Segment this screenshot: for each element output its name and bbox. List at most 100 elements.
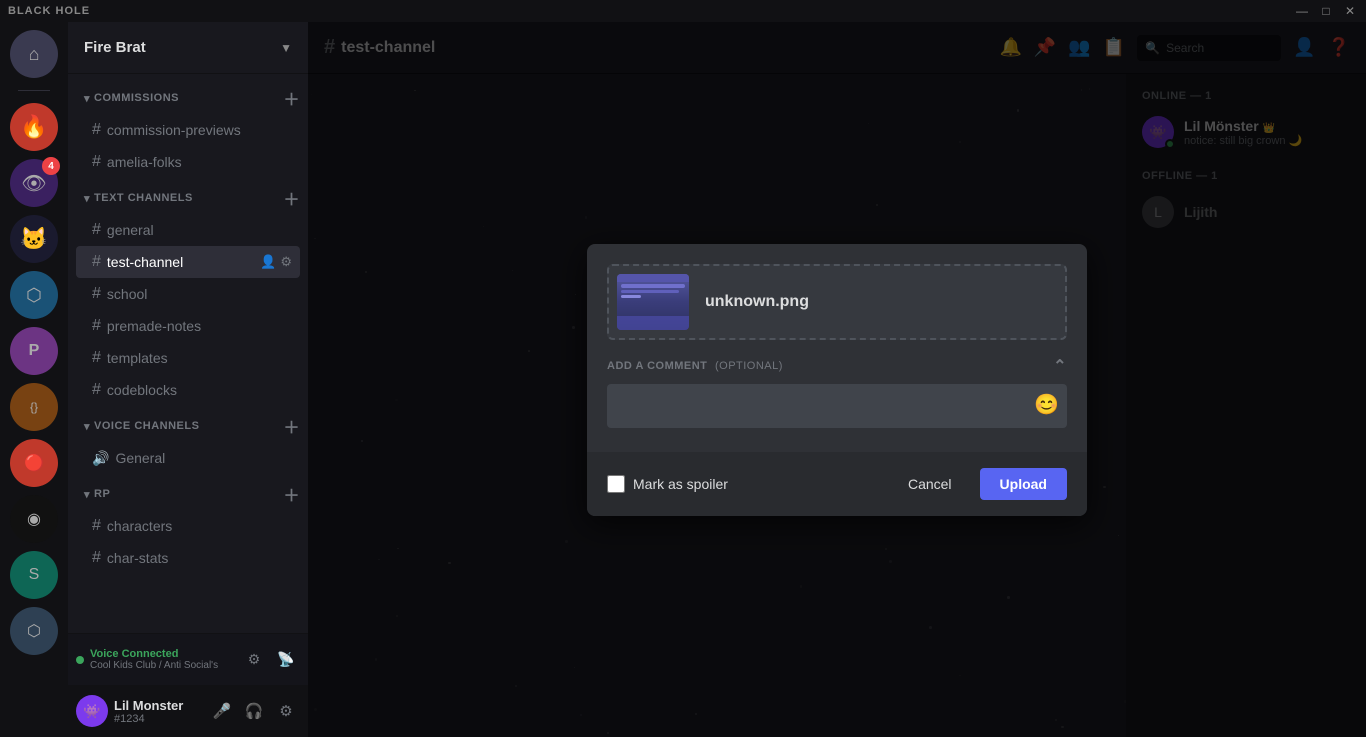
server-name-label: Fire Brat	[84, 39, 146, 56]
section-text-channels: ▾ TEXT CHANNELS ＋ # general # test-chann…	[68, 182, 308, 406]
collapse-icon: ▾	[84, 488, 90, 501]
modal-overlay: unknown.png ADD A COMMENT (OPTIONAL) ⌃	[308, 22, 1366, 737]
channel-item-characters[interactable]: # characters	[76, 510, 300, 542]
upload-modal-body: unknown.png ADD A COMMENT (OPTIONAL) ⌃	[587, 244, 1087, 452]
emoji-button[interactable]: 😊	[1034, 392, 1059, 417]
voice-settings-icon[interactable]: ⚙	[240, 646, 268, 674]
chevron-down-icon: ▼	[280, 41, 292, 55]
upload-thumbnail	[617, 274, 689, 330]
voice-server-label: Cool Kids Club / Anti Social's	[90, 660, 234, 671]
server-icon-3[interactable]: 🐱	[10, 215, 58, 263]
speaker-icon: 🔊	[92, 450, 109, 467]
collapse-icon: ▾	[84, 92, 90, 105]
channel-item-premade-notes[interactable]: # premade-notes	[76, 310, 300, 342]
channel-item-general[interactable]: # general	[76, 214, 300, 246]
hash-icon: #	[92, 317, 101, 335]
channel-item-codeblocks[interactable]: # codeblocks	[76, 374, 300, 406]
hash-icon: #	[92, 349, 101, 367]
home-button[interactable]: ⌂	[10, 30, 58, 78]
server-icon-1[interactable]: 🔥	[10, 103, 58, 151]
add-voice-channel-button[interactable]: ＋	[283, 414, 300, 438]
collapse-icon: ▾	[84, 420, 90, 433]
optional-label: (OPTIONAL)	[715, 360, 783, 372]
hash-icon: #	[92, 153, 101, 171]
section-header-rp[interactable]: ▾ RP ＋	[68, 478, 308, 510]
section-rp: ▾ RP ＋ # characters # char-stats	[68, 478, 308, 574]
add-rp-channel-button[interactable]: ＋	[283, 482, 300, 506]
add-channel-button-text[interactable]: ＋	[283, 186, 300, 210]
maximize-button[interactable]: □	[1318, 4, 1334, 18]
upload-modal-footer: Mark as spoiler Cancel Upload	[587, 452, 1087, 516]
voice-connected-bar: Voice Connected Cool Kids Club / Anti So…	[68, 633, 308, 685]
upload-filename-label: unknown.png	[705, 293, 809, 311]
close-button[interactable]: ✕	[1342, 4, 1358, 18]
upload-button[interactable]: Upload	[980, 468, 1067, 500]
spoiler-checkbox-input[interactable]	[607, 475, 625, 493]
channel-item-amelia-folks[interactable]: # amelia-folks	[76, 146, 300, 178]
server-sidebar: ⌂ 🔥 👁 4 🐱 ⬡ P {} 🔴 ◉ S ⬡	[0, 22, 68, 737]
username-label: Lil Monster	[114, 698, 202, 713]
modal-footer-buttons: Cancel Upload	[892, 468, 1067, 500]
add-comment-label: ADD A COMMENT	[607, 360, 707, 372]
collapse-icon: ▾	[84, 192, 90, 205]
upload-file-row: unknown.png	[607, 264, 1067, 340]
voice-connected-label: Voice Connected	[90, 648, 234, 660]
server-icon-5[interactable]: P	[10, 327, 58, 375]
upload-comment-label: ADD A COMMENT (OPTIONAL) ⌃	[607, 356, 1067, 376]
channel-sidebar: Fire Brat ▼ ▾ COMMISSIONS ＋ # commission…	[68, 22, 308, 737]
channel-item-test-channel[interactable]: # test-channel 👤 ⚙	[76, 246, 300, 278]
channel-list: ▾ COMMISSIONS ＋ # commission-previews # …	[68, 74, 308, 633]
server-icon-10[interactable]: ⬡	[10, 607, 58, 655]
window-controls: — □ ✕	[1294, 4, 1358, 18]
channel-item-commission-previews[interactable]: # commission-previews	[76, 114, 300, 146]
hash-icon: #	[92, 121, 101, 139]
user-settings-button[interactable]: ⚙	[272, 697, 300, 725]
user-tag-label: #1234	[114, 713, 202, 725]
section-commissions: ▾ COMMISSIONS ＋ # commission-previews # …	[68, 82, 308, 178]
app-title: BLACK HOLE	[8, 5, 90, 17]
comment-textarea[interactable]	[619, 392, 1031, 408]
server-icon-8[interactable]: ◉	[10, 495, 58, 543]
server-icon-6[interactable]: {}	[10, 383, 58, 431]
spoiler-label: Mark as spoiler	[633, 476, 728, 492]
upload-comment-input[interactable]: 😊	[607, 384, 1067, 428]
hash-icon: #	[92, 517, 101, 535]
voice-disconnect-icon[interactable]: 📡	[272, 646, 300, 674]
channel-item-char-stats[interactable]: # char-stats	[76, 542, 300, 574]
section-header-voice[interactable]: ▾ VOICE CHANNELS ＋	[68, 410, 308, 442]
section-header-commissions[interactable]: ▾ COMMISSIONS ＋	[68, 82, 308, 114]
upload-comment-section: ADD A COMMENT (OPTIONAL) ⌃ 😊	[607, 356, 1067, 428]
settings-icon[interactable]: ⚙	[280, 254, 292, 270]
deafen-button[interactable]: 🎧	[240, 697, 268, 725]
cancel-button[interactable]: Cancel	[892, 468, 968, 500]
section-header-text[interactable]: ▾ TEXT CHANNELS ＋	[68, 182, 308, 214]
user-bar: 👾 Lil Monster #1234 🎤 🎧 ⚙	[68, 685, 308, 737]
hash-icon: #	[92, 549, 101, 567]
notification-badge: 4	[42, 157, 60, 175]
channel-item-templates[interactable]: # templates	[76, 342, 300, 374]
collapse-button[interactable]: ⌃	[1053, 356, 1067, 376]
main-content: # test-channel 🔔 📌 👥 📋 🔍 Search 👤 ❓	[308, 22, 1366, 737]
mute-button[interactable]: 🎤	[208, 697, 236, 725]
channel-item-school[interactable]: # school	[76, 278, 300, 310]
voice-channel-general[interactable]: 🔊 General	[76, 442, 300, 474]
app-container: ⌂ 🔥 👁 4 🐱 ⬡ P {} 🔴 ◉ S ⬡ Fire Brat ▼ ▾ C…	[0, 22, 1366, 737]
add-channel-button[interactable]: ＋	[283, 86, 300, 110]
hash-icon: #	[92, 285, 101, 303]
hash-icon: #	[92, 221, 101, 239]
thumbnail-preview	[617, 274, 689, 330]
add-member-icon[interactable]: 👤	[260, 254, 276, 270]
server-icon-4[interactable]: ⬡	[10, 271, 58, 319]
section-voice-channels: ▾ VOICE CHANNELS ＋ 🔊 General	[68, 410, 308, 474]
hash-icon: #	[92, 381, 101, 399]
server-icon-7[interactable]: 🔴	[10, 439, 58, 487]
server-name-header[interactable]: Fire Brat ▼	[68, 22, 308, 74]
server-icon-9[interactable]: S	[10, 551, 58, 599]
avatar: 👾	[76, 695, 108, 727]
title-bar: BLACK HOLE — □ ✕	[0, 0, 1366, 22]
spoiler-checkbox[interactable]: Mark as spoiler	[607, 475, 728, 493]
upload-modal: unknown.png ADD A COMMENT (OPTIONAL) ⌃	[587, 244, 1087, 516]
hash-icon: #	[92, 253, 101, 271]
server-icon-2[interactable]: 👁 4	[10, 159, 58, 207]
minimize-button[interactable]: —	[1294, 4, 1310, 18]
